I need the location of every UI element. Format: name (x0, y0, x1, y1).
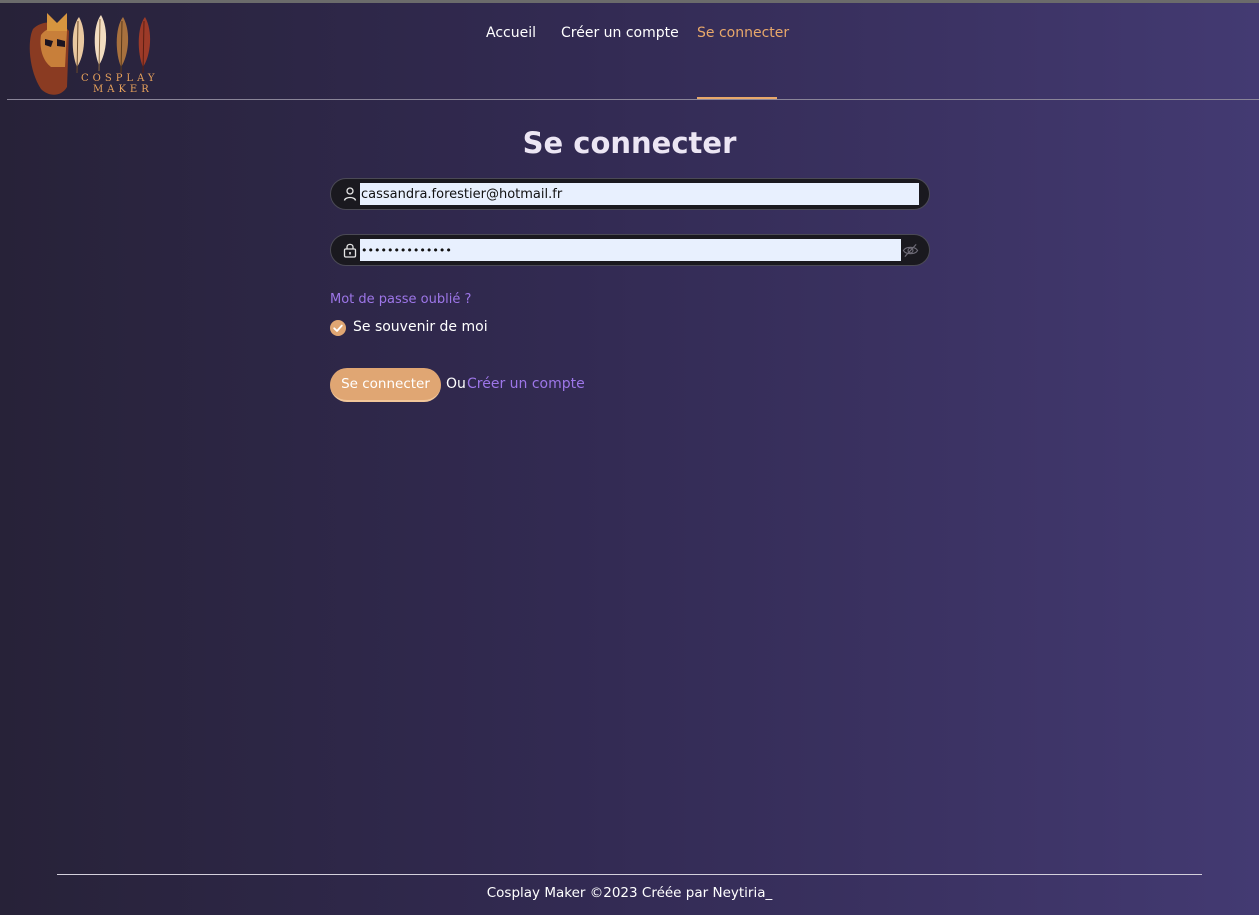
eye-slash-icon[interactable] (902, 242, 919, 259)
login-button[interactable]: Se connecter (330, 368, 441, 402)
password-input[interactable] (360, 239, 901, 261)
logo-text-maker: MAKER (93, 84, 153, 95)
site-header: COSPLAY MAKER Accueil Créer un compte Se… (7, 3, 1259, 100)
cosplay-maker-logo[interactable]: COSPLAY MAKER (27, 11, 167, 97)
active-nav-indicator (697, 97, 777, 99)
create-account-link[interactable]: Créer un compte (467, 376, 585, 392)
email-field (330, 178, 930, 210)
email-input[interactable] (360, 183, 919, 205)
page-title: Se connecter (522, 126, 737, 160)
forgot-password-link[interactable]: Mot de passe oublié ? (330, 292, 471, 307)
remember-me-label: Se souvenir de moi (353, 319, 488, 335)
nav-item-accueil[interactable]: Accueil (486, 25, 536, 41)
or-text: Ou (446, 376, 466, 392)
footer-divider (57, 874, 1202, 875)
nav-item-se-connecter[interactable]: Se connecter (697, 25, 789, 41)
user-icon (343, 187, 357, 201)
checkbox-checked-icon (330, 320, 346, 336)
footer-copyright: Cosplay Maker ©2023 Créée par Neytiria_ (486, 885, 773, 901)
password-field (330, 234, 930, 266)
lock-icon (343, 243, 357, 258)
logo-text-cosplay: COSPLAY (81, 73, 159, 84)
nav-item-creer-compte[interactable]: Créer un compte (561, 25, 679, 41)
